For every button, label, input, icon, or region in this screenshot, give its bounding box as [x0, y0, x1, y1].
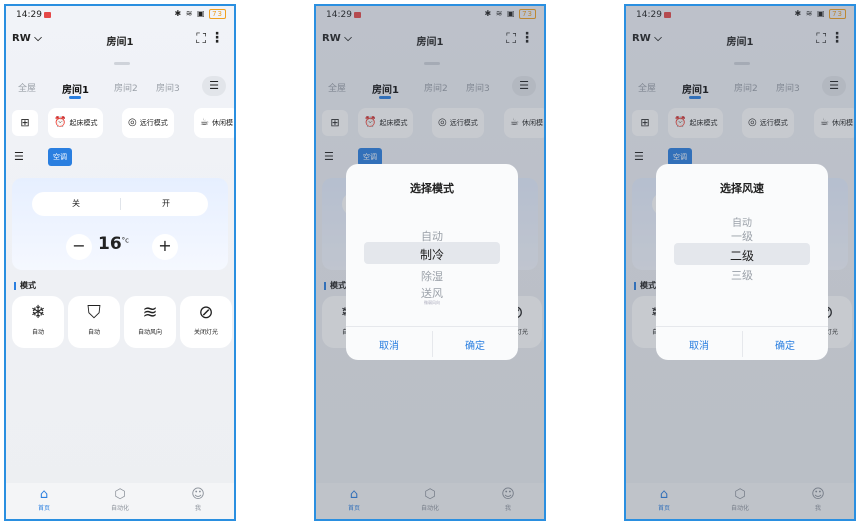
- dialog-buttons: 取消 确定: [656, 326, 828, 360]
- mode-light-off-button[interactable]: ⊘关闭灯光: [180, 296, 232, 348]
- drag-handle[interactable]: [114, 62, 130, 65]
- temperature-display: 16°c: [98, 234, 130, 254]
- more-menu-icon[interactable]: ⋮: [210, 30, 224, 46]
- list-filter-icon[interactable]: ☰: [14, 150, 24, 163]
- bottom-nav: ⌂ 首页 ⬡ 自动化 ☺ 我: [6, 483, 234, 519]
- temperature-row: − 16°c +: [12, 232, 228, 262]
- phone-screen-mode-dialog: 14:29 ✱ ≋ ▣ 73 RW ⌵ 房间1 ⛶ ⋮ 全屋 房间1 房间2 房…: [314, 4, 546, 521]
- picker-option[interactable]: 自动: [656, 214, 828, 229]
- shield-icon: ⛉: [87, 302, 101, 323]
- temperature-increase-button[interactable]: +: [152, 234, 178, 260]
- mode-row: ❄自动 ⛉自动 ≋自动风向 ⊘关闭灯光: [6, 296, 234, 350]
- mode-picker-dialog: 选择模式 自动 制冷 除湿 送风 微弱风向 取消 确定: [346, 164, 518, 360]
- device-filter-bar: ☰ 空调: [6, 146, 234, 170]
- notification-icon: [43, 11, 51, 18]
- power-off-option[interactable]: 关: [72, 198, 80, 209]
- dialog-buttons: 取消 确定: [346, 326, 518, 360]
- room-tabs: 全屋 房间1 房间2 房间3 ☰: [6, 76, 234, 102]
- scene-away-button[interactable]: ◎ 远行模式: [122, 108, 174, 138]
- tab-menu-button[interactable]: ☰: [202, 76, 226, 96]
- picker-option[interactable]: 除湿: [346, 268, 518, 284]
- confirm-button[interactable]: 确定: [742, 337, 828, 352]
- grid-add-icon: ⊞: [20, 116, 30, 129]
- dialog-title: 选择风速: [720, 182, 764, 195]
- cup-icon: ☕: [200, 117, 209, 128]
- picker-option-sublabel: 微弱风向: [424, 300, 440, 305]
- minus-icon: −: [72, 236, 86, 255]
- status-bar: 14:29 ✱ ≋ ▣ 73: [6, 6, 234, 24]
- mode-snow-button[interactable]: ❄自动: [12, 296, 64, 348]
- confirm-button[interactable]: 确定: [432, 337, 518, 352]
- scene-bar: ⊞ ⏰ 起床模式 ◎ 远行模式 ☕ 休闲模: [6, 106, 234, 140]
- scene-wake-button[interactable]: ⏰ 起床模式: [48, 108, 104, 138]
- mode-section-header: 模式: [14, 280, 36, 291]
- tab-room2[interactable]: 房间2: [114, 81, 138, 94]
- dialog-title: 选择模式: [410, 182, 454, 195]
- tab-whole-house[interactable]: 全屋: [18, 81, 36, 94]
- status-time: 14:29: [16, 10, 51, 20]
- mode-shield-button[interactable]: ⛉自动: [68, 296, 120, 348]
- section-bar: [14, 281, 16, 290]
- nav-me[interactable]: ☺ 我: [178, 487, 218, 512]
- power-on-option[interactable]: 开: [162, 198, 170, 209]
- picker-option[interactable]: 三级: [656, 267, 828, 283]
- tab-active-indicator: [69, 96, 81, 99]
- picker-option[interactable]: 自动: [346, 228, 518, 244]
- tab-room3[interactable]: 房间3: [156, 81, 180, 94]
- mode-wind-button[interactable]: ≋自动风向: [124, 296, 176, 348]
- battery-icon: 73: [209, 9, 226, 19]
- wind-icon: ≋: [142, 302, 158, 323]
- top-bar: RW ⌵ 房间1 ⛶ ⋮: [6, 28, 234, 52]
- picker-option-selected[interactable]: 二级: [656, 247, 828, 264]
- power-toggle[interactable]: 关 开: [32, 192, 208, 216]
- add-device-button[interactable]: ⊞: [12, 110, 38, 136]
- cancel-button[interactable]: 取消: [346, 337, 432, 352]
- light-off-icon: ⊘: [198, 302, 214, 323]
- cube-icon: ⬡: [114, 487, 126, 502]
- smile-icon: ☺: [191, 487, 205, 502]
- filter-chip-ac[interactable]: 空调: [48, 148, 72, 166]
- cancel-button[interactable]: 取消: [656, 337, 742, 352]
- toggle-divider: [120, 198, 121, 210]
- nav-home[interactable]: ⌂ 首页: [24, 487, 64, 512]
- phone-screen-home: 14:29 ✱ ≋ ▣ 73 RW ⌵ 房间1 ⛶ ⋮ 全屋 房间1 房间2 房…: [4, 4, 236, 521]
- scene-rest-button[interactable]: ☕ 休闲模: [194, 108, 234, 138]
- picker-option-selected[interactable]: 制冷: [346, 246, 518, 263]
- picker-option[interactable]: 送风: [346, 285, 518, 301]
- home-icon: ⌂: [39, 487, 49, 502]
- tab-room1[interactable]: 房间1: [62, 81, 89, 96]
- ac-control-card: 关 开 − 16°c +: [12, 178, 228, 270]
- temperature-decrease-button[interactable]: −: [66, 234, 92, 260]
- snowflake-icon: ❄: [30, 302, 46, 323]
- plus-icon: +: [158, 236, 172, 255]
- away-icon: ◎: [128, 117, 137, 128]
- alarm-icon: ⏰: [54, 117, 67, 128]
- phone-screen-fan-dialog: 14:29 ✱ ≋ ▣ 73 RW ⌵ 房间1 ⛶ ⋮ 全屋 房间1 房间2 房…: [624, 4, 856, 521]
- status-icons: ✱ ≋ ▣ 73: [174, 9, 226, 19]
- picker-option[interactable]: 一级: [656, 228, 828, 244]
- scan-icon[interactable]: ⛶: [196, 31, 206, 47]
- fan-speed-picker-dialog: 选择风速 自动 一级 二级 三级 取消 确定: [656, 164, 828, 360]
- nav-automation[interactable]: ⬡ 自动化: [100, 487, 140, 512]
